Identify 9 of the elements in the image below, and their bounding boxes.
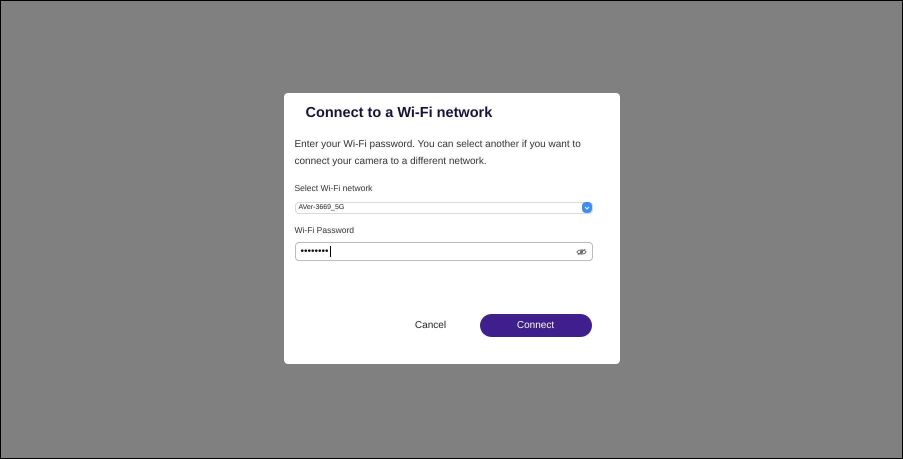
password-field[interactable]: ••••••••	[294, 242, 592, 262]
cancel-button[interactable]: Cancel	[396, 314, 466, 338]
dialog-description: Enter your Wi-Fi password. You can select another if you want to connect your camera to a different network.	[294, 138, 582, 169]
dialog-title: Connect to a Wi-Fi network	[304, 104, 494, 123]
hide-password-icon[interactable]	[576, 248, 586, 256]
password-label: Wi-Fi Password	[294, 224, 356, 236]
network-label: Select Wi-Fi network	[294, 182, 374, 194]
connect-button[interactable]: Connect	[480, 314, 592, 338]
dropdown-icon	[582, 202, 592, 213]
